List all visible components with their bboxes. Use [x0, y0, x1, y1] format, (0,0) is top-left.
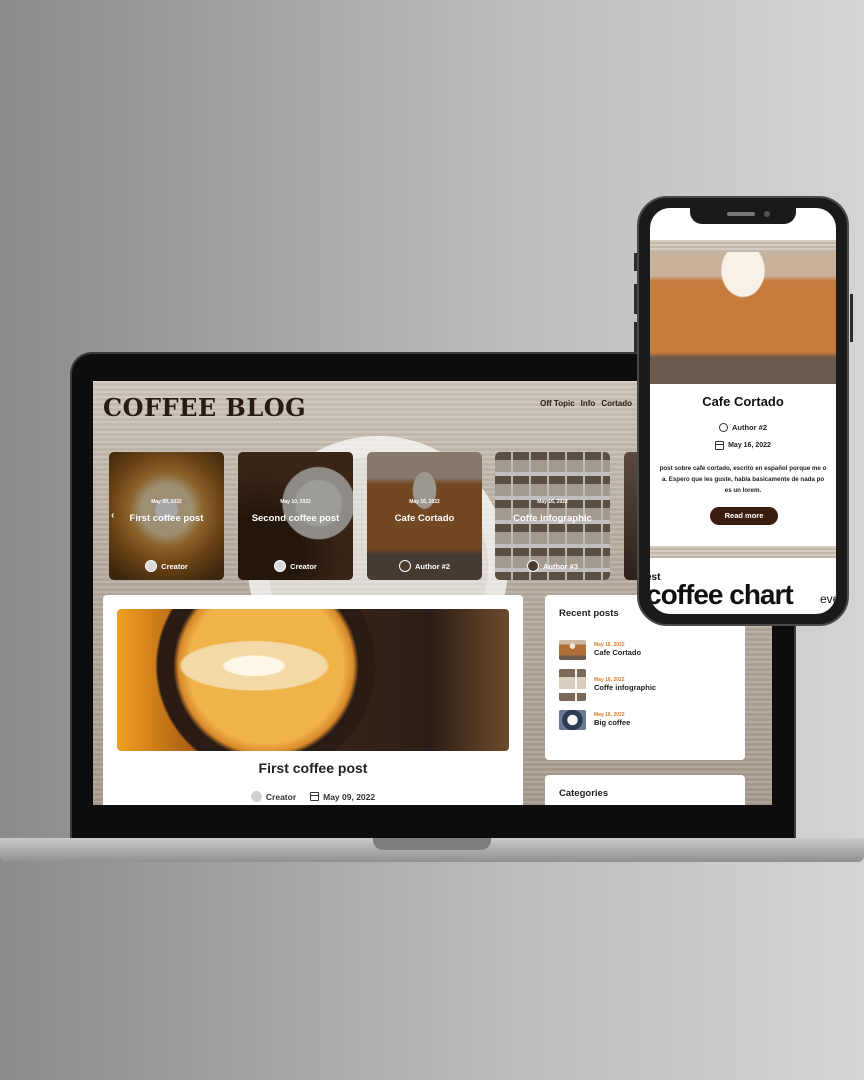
recent-thumb [559, 639, 586, 660]
slide-date: May 09, 2022 [151, 499, 182, 505]
phone-post-author: Author #2 [650, 423, 836, 432]
post-title[interactable]: First coffee post [103, 760, 523, 776]
recent-title[interactable]: Coffe infographic [594, 683, 656, 692]
slide-author-name: Author #2 [414, 561, 450, 571]
recent-thumb [559, 709, 586, 730]
slide-author: Creator [109, 560, 224, 572]
slide-author-name: Creator [161, 561, 188, 571]
slide-card[interactable]: May 09, 2022 First coffee post Creator [109, 452, 224, 580]
slide-title[interactable]: Cafe Cortado [367, 513, 482, 524]
recent-thumb [559, 668, 586, 701]
slide-title[interactable]: First coffee post [109, 513, 224, 524]
site-nav: Off Topic Info Cortado [540, 399, 632, 408]
camera-icon [764, 211, 770, 217]
post-card: First coffee post Creator May 09, 2022 [103, 595, 523, 805]
avatar-icon [145, 560, 158, 572]
calendar-icon [715, 441, 725, 450]
slide-date: May 16, 2022 [409, 499, 440, 505]
post-author[interactable]: Creator [266, 792, 296, 802]
categories-heading: Categories [559, 788, 609, 799]
calendar-icon [310, 792, 320, 801]
phone-volume-down-button [634, 322, 637, 352]
phone-side-button [634, 253, 637, 271]
slide-author: Author #2 [367, 560, 482, 572]
read-more-button[interactable]: Read more [710, 507, 778, 525]
phone-power-button [850, 294, 853, 342]
post-image[interactable] [117, 609, 509, 751]
phone-hero-image[interactable] [650, 252, 836, 384]
avatar-icon [250, 791, 262, 802]
avatar-icon [526, 560, 539, 572]
slide-title[interactable]: Second coffee post [238, 513, 353, 524]
slide-author-name: Creator [290, 561, 317, 571]
phone-post-date: May 16, 2022 [650, 441, 836, 450]
recent-title[interactable]: Cafe Cortado [594, 648, 641, 657]
phone-author-name[interactable]: Author #2 [732, 423, 767, 432]
avatar-icon [398, 560, 411, 572]
list-item[interactable]: May 16, 2022 Big coffee [545, 702, 745, 737]
nav-item-cortado[interactable]: Cortado [601, 399, 632, 408]
slide-card[interactable]: May 16, 2022 Cafe Cortado Author #2 [367, 452, 482, 580]
slide-card[interactable]: May 16, 2022 Coffe infographic Author #3 [495, 452, 610, 580]
nav-item-off-topic[interactable]: Off Topic [540, 399, 575, 408]
site-logo[interactable]: COFFEE BLOG [103, 393, 306, 422]
slide-date: May 10, 2022 [280, 499, 311, 505]
slide-card[interactable]: May 10, 2022 Second coffee post Creator [238, 452, 353, 580]
slide-title[interactable]: Coffe infographic [495, 513, 610, 524]
phone-chart-suffix: eve [820, 592, 836, 606]
list-item[interactable]: May 16, 2022 Cafe Cortado [545, 632, 745, 667]
slide-author-name: Author #3 [542, 561, 578, 571]
phone-volume-up-button [634, 284, 637, 314]
nav-item-info[interactable]: Info [581, 399, 596, 408]
avatar-icon [274, 560, 287, 572]
post-date: May 09, 2022 [323, 791, 376, 802]
chevron-left-icon[interactable]: ‹ [111, 510, 114, 521]
laptop-hinge-notch [373, 838, 491, 850]
phone-chart-title: coffee chart [650, 579, 794, 610]
speaker-icon [727, 212, 755, 216]
phone-date-text: May 16, 2022 [728, 442, 771, 449]
slide-author: Author #3 [495, 560, 610, 572]
phone-post-excerpt: post sobre cafe cortado, escrito en espa… [659, 465, 827, 494]
phone-screen: Cafe Cortado Author #2 May 16, 2022 post… [650, 208, 836, 614]
user-icon [718, 423, 728, 432]
post-meta: Creator May 09, 2022 [103, 791, 523, 802]
categories-widget: Categories [545, 775, 745, 805]
phone-post-title[interactable]: Cafe Cortado [650, 394, 836, 409]
recent-title[interactable]: Big coffee [594, 718, 630, 727]
slide-author: Creator [238, 560, 353, 572]
list-item[interactable]: May 16, 2022 Coffe infographic [545, 667, 745, 702]
slide-date: May 16, 2022 [537, 499, 568, 505]
